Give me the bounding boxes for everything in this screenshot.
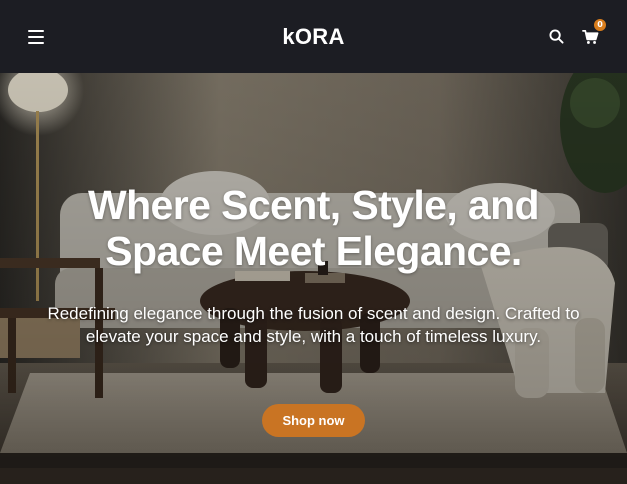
logo[interactable]: kORA bbox=[282, 24, 344, 50]
menu-icon[interactable] bbox=[28, 29, 44, 44]
cart-icon bbox=[581, 29, 598, 44]
cart-count-badge: 0 bbox=[594, 18, 606, 31]
hero-section: Where Scent, Style, and Space Meet Elega… bbox=[0, 73, 627, 484]
shop-now-button[interactable]: Shop now bbox=[262, 404, 365, 437]
search-icon[interactable] bbox=[547, 28, 565, 46]
site-header: kORA 0 bbox=[0, 0, 627, 73]
hero-content: Where Scent, Style, and Space Meet Elega… bbox=[0, 73, 627, 484]
hero-title: Where Scent, Style, and Space Meet Elega… bbox=[88, 182, 540, 274]
cart-button[interactable]: 0 bbox=[581, 18, 606, 46]
page: kORA 0 Where Scent, Style, and Space Mee… bbox=[0, 0, 627, 484]
header-actions: 0 bbox=[547, 18, 606, 46]
hero-subtitle: Redefining elegance through the fusion o… bbox=[47, 304, 580, 346]
